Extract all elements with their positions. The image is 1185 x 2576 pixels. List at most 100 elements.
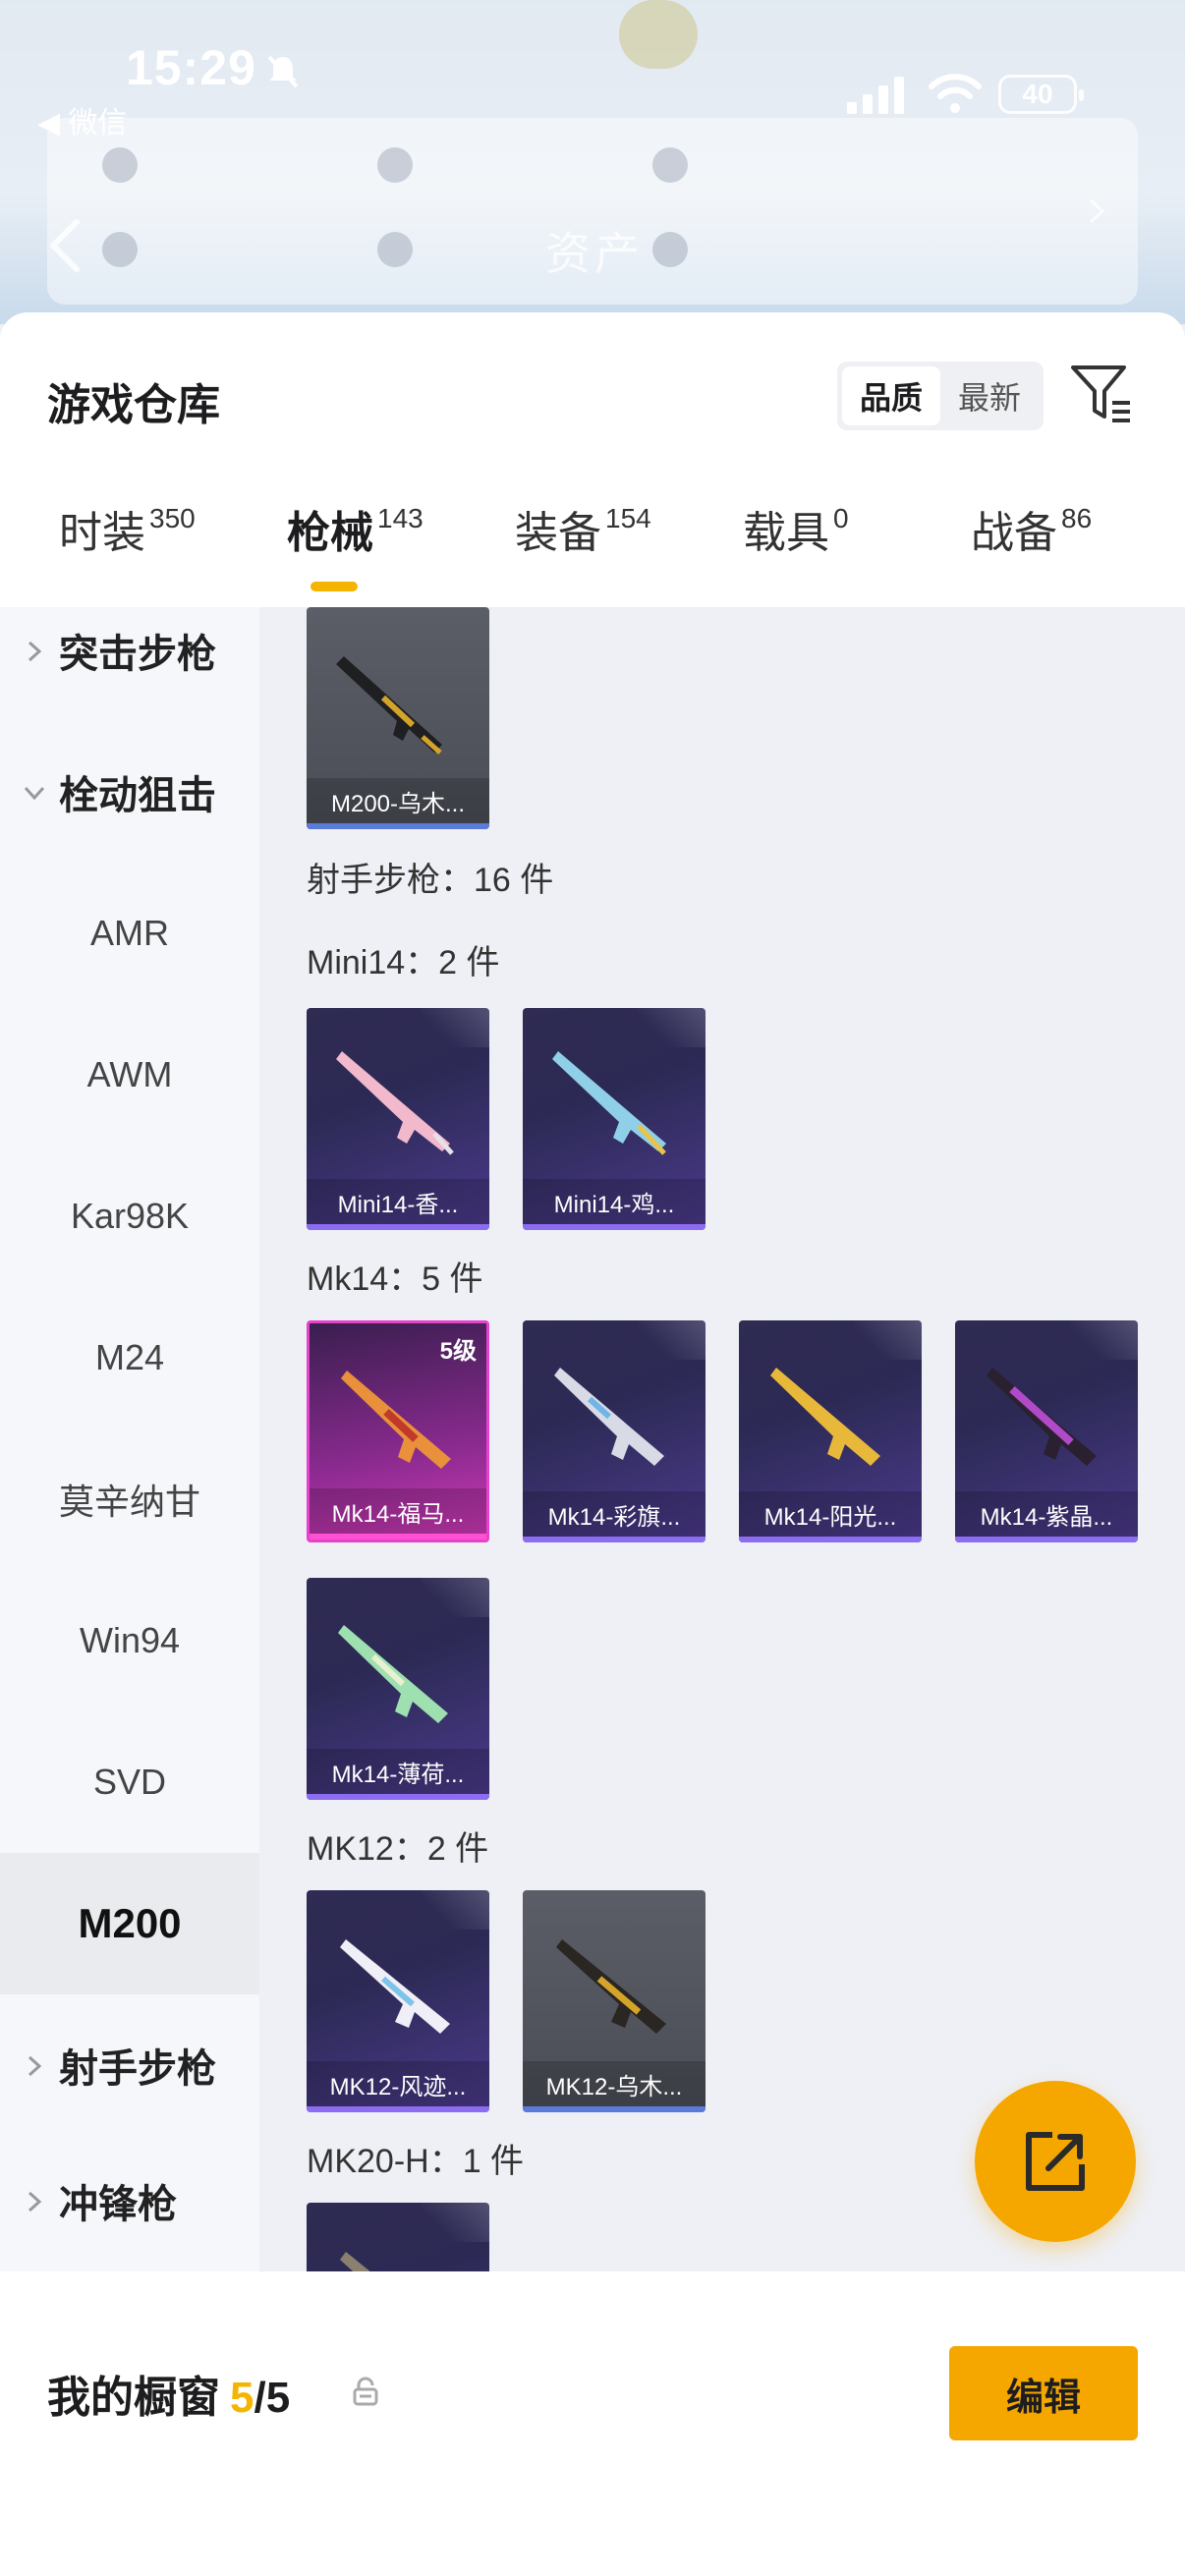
sort-newest-option[interactable]: 最新 bbox=[940, 366, 1039, 425]
active-tab-indicator bbox=[310, 582, 358, 591]
rarity-strip bbox=[310, 1534, 486, 1540]
share-icon bbox=[1026, 2132, 1085, 2191]
sidebar-item-m24[interactable]: M24 bbox=[0, 1287, 259, 1428]
item-name: Mini14-香... bbox=[307, 1179, 489, 1224]
back-arrow-icon[interactable] bbox=[45, 216, 85, 275]
background-coin-icon bbox=[102, 232, 138, 267]
chevron-down-icon bbox=[24, 786, 45, 801]
rifle-icon bbox=[556, 1939, 666, 2034]
chevron-right-icon bbox=[28, 641, 42, 662]
lock-icon bbox=[353, 2377, 378, 2406]
sidebar-item-assault-rifles[interactable]: 突击步枪 bbox=[0, 580, 259, 721]
tab-label: 战备 bbox=[971, 509, 1057, 557]
tab-equipment[interactable]: 装备 154 bbox=[515, 499, 651, 568]
sidebar-item-win94[interactable]: Win94 bbox=[0, 1570, 259, 1711]
tab-vehicles[interactable]: 载具 0 bbox=[743, 499, 849, 568]
item-name: Mk14-阳光... bbox=[739, 1491, 922, 1537]
item-grid: M200-乌木... 射手步枪：16 件 Mini14：2 件 Mini14-香… bbox=[259, 607, 1185, 2271]
showcase-label: 我的橱窗 5 /5 bbox=[47, 2362, 290, 2425]
sheet-title: 游戏仓库 bbox=[47, 381, 220, 429]
status-time: 15:29 bbox=[126, 40, 256, 95]
showcase-bar: 我的橱窗 5 /5 编辑 bbox=[0, 2311, 1185, 2576]
sidebar-item-label: 射手步枪 bbox=[59, 2047, 216, 2091]
item-card[interactable]: Mk14-彩旗... bbox=[523, 1320, 705, 1542]
sort-quality-option[interactable]: 品质 bbox=[842, 366, 940, 425]
showcase-total: /5 bbox=[254, 2374, 291, 2422]
rifle-icon bbox=[338, 1625, 448, 1723]
tab-count: 86 bbox=[1061, 503, 1093, 533]
group-label-mini14: Mini14：2 件 bbox=[307, 944, 500, 981]
sidebar-item-awm[interactable]: AWM bbox=[0, 1004, 259, 1146]
rifle-icon bbox=[770, 1368, 880, 1466]
battery-indicator: 40 bbox=[998, 75, 1084, 114]
group-label-mk14: Mk14：5 件 bbox=[307, 1260, 483, 1298]
sidebar-item-mosin[interactable]: 莫辛纳甘 bbox=[0, 1428, 259, 1570]
background-coin-icon bbox=[377, 147, 413, 183]
rifle-icon bbox=[340, 1939, 450, 2034]
filter-icon[interactable] bbox=[1069, 362, 1134, 426]
group-label-mk12: MK12：2 件 bbox=[307, 1830, 489, 1868]
background-title: 资产 bbox=[545, 228, 644, 279]
warehouse-sheet: 游戏仓库 品质 最新 时装 350 枪械 143 装备 154 载具 0 战备 … bbox=[0, 312, 1185, 2576]
sidebar-item-bolt-sniper[interactable]: 栓动狙击 bbox=[0, 721, 259, 863]
rarity-strip bbox=[955, 1537, 1138, 1542]
wifi-icon bbox=[929, 74, 982, 113]
showcase-title: 我的橱窗 bbox=[47, 2374, 220, 2422]
edit-button[interactable]: 编辑 bbox=[949, 2346, 1138, 2440]
tab-tactical[interactable]: 战备 86 bbox=[971, 499, 1092, 568]
rifle-icon bbox=[336, 1051, 454, 1155]
rarity-strip bbox=[523, 2106, 705, 2112]
rifle-icon bbox=[554, 1368, 664, 1466]
rarity-strip bbox=[307, 823, 489, 829]
sidebar-item-kar98k[interactable]: Kar98K bbox=[0, 1146, 259, 1287]
rifle-icon bbox=[552, 1051, 666, 1155]
sidebar-item-label: 冲锋枪 bbox=[59, 2183, 177, 2226]
rarity-strip bbox=[523, 1224, 705, 1230]
share-button[interactable] bbox=[975, 2081, 1136, 2242]
tab-label: 时装 bbox=[59, 509, 145, 557]
item-card[interactable]: Mk14-紫晶... bbox=[955, 1320, 1138, 1542]
item-name: MK12-风迹... bbox=[307, 2061, 489, 2106]
tab-label: 载具 bbox=[743, 509, 829, 557]
tab-weapons[interactable]: 枪械 143 bbox=[287, 499, 423, 568]
item-name: Mk14-福马... bbox=[310, 1488, 486, 1534]
tab-fashion[interactable]: 时装 350 bbox=[59, 499, 196, 568]
chevron-right-icon bbox=[28, 2055, 42, 2077]
item-card[interactable]: M200-乌木... bbox=[307, 607, 489, 829]
tab-count: 0 bbox=[833, 503, 849, 533]
chevron-right-icon bbox=[1089, 198, 1105, 224]
sidebar-item-svd[interactable]: SVD bbox=[0, 1711, 259, 1853]
item-card[interactable]: Mini14-鸡... bbox=[523, 1008, 705, 1230]
item-card[interactable]: Mk14-阳光... bbox=[739, 1320, 922, 1542]
sort-toggle: 品质 最新 bbox=[837, 362, 1044, 430]
mute-bell-icon bbox=[267, 55, 299, 88]
wechat-back-link[interactable]: ◀ 微信 bbox=[37, 98, 127, 141]
rarity-strip bbox=[739, 1537, 922, 1542]
background-coin-icon bbox=[377, 232, 413, 267]
tab-label: 枪械 bbox=[287, 509, 373, 557]
item-name: M200-乌木... bbox=[307, 778, 489, 823]
item-card[interactable]: MK12-风迹... bbox=[307, 1890, 489, 2112]
item-card[interactable] bbox=[307, 2203, 489, 2271]
signal-icon bbox=[847, 77, 904, 114]
section-label: 射手步枪：16 件 bbox=[307, 862, 554, 899]
tab-label: 装备 bbox=[515, 509, 601, 557]
item-name: MK12-乌木... bbox=[523, 2061, 705, 2106]
item-card[interactable]: Mk14-薄荷... bbox=[307, 1578, 489, 1800]
showcase-current-count: 5 bbox=[230, 2374, 254, 2422]
rarity-strip bbox=[307, 1224, 489, 1230]
item-card[interactable]: Mini14-香... bbox=[307, 1008, 489, 1230]
sidebar-item-label: 栓动狙击 bbox=[59, 774, 216, 817]
category-sidebar: 突击步枪 栓动狙击 AMR AWM Kar98K M24 莫辛纳甘 Win94 … bbox=[0, 607, 259, 2130]
sidebar-item-smg[interactable]: 冲锋枪 bbox=[0, 2130, 259, 2271]
sidebar-item-amr[interactable]: AMR bbox=[0, 863, 259, 1004]
item-card[interactable]: 5级 Mk14-福马... bbox=[307, 1320, 489, 1542]
sniper-rifle-icon bbox=[336, 656, 442, 755]
tab-count: 143 bbox=[377, 503, 423, 533]
item-card[interactable]: MK12-乌木... bbox=[523, 1890, 705, 2112]
rifle-icon bbox=[341, 1371, 451, 1469]
background-emblem bbox=[619, 0, 698, 69]
rarity-strip bbox=[307, 2106, 489, 2112]
sidebar-item-m200[interactable]: M200 bbox=[0, 1853, 259, 1994]
sidebar-item-marksman-rifles[interactable]: 射手步枪 bbox=[0, 1994, 259, 2136]
